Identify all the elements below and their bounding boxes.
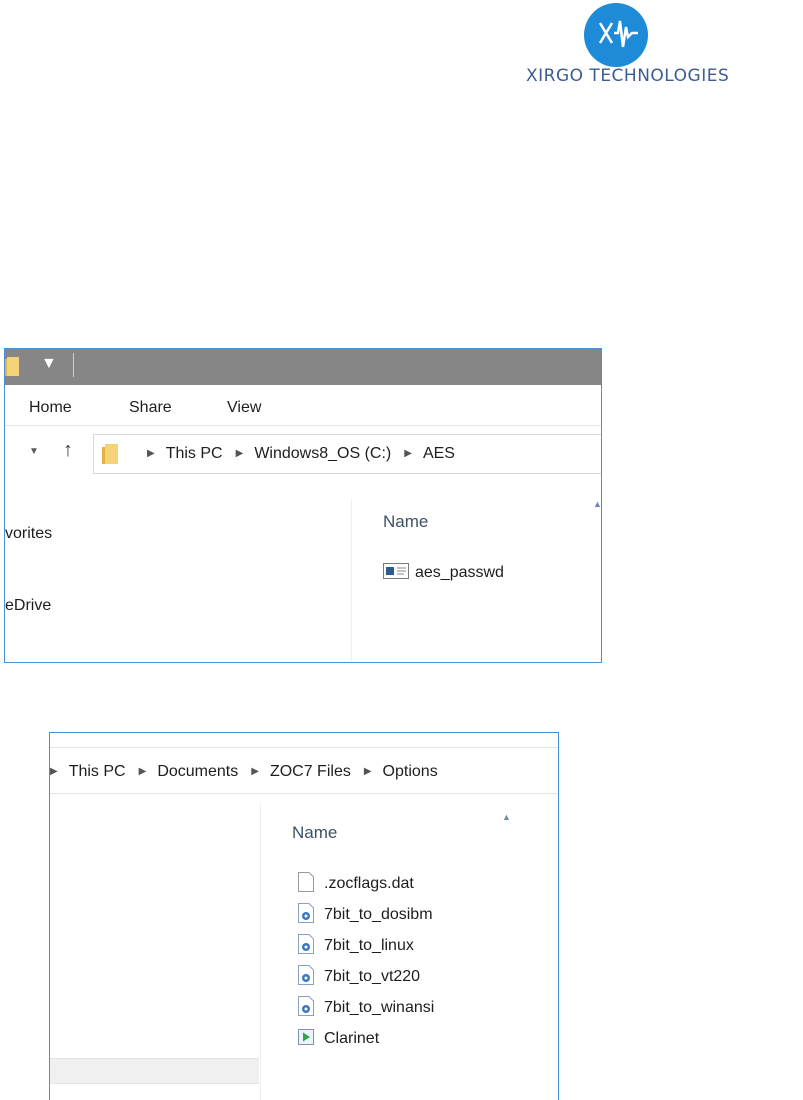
explorer-window-zoc-options: ▶ This PC ▶ Documents ▶ ZOC7 Files ▶ Options ▲ … [49,732,559,1100]
breadcrumb-aes[interactable]: AES [423,445,455,462]
file-name: 7bit_to_winansi [324,999,435,1016]
title-bar: ▼ [5,349,601,385]
breadcrumb-this-pc[interactable]: This PC [166,445,223,462]
file-name: .zocflags.dat [324,875,414,892]
sort-ascending-icon: ▲ [593,499,602,509]
file-item[interactable]: 7bit_to_linux [298,930,434,961]
tab-home[interactable]: Home [29,399,72,417]
chevron-right-icon[interactable]: ▶ [50,766,58,777]
blank-file-icon [298,872,314,892]
logo-text: XIRGO TECHNOLOGIES [526,66,730,86]
breadcrumb-zoc7-files[interactable]: ZOC7 Files [270,763,351,780]
breadcrumb: ▶ This PC ▶ Documents ▶ ZOC7 Files ▶ Options [50,763,438,781]
file-name: Clarinet [324,1030,380,1047]
navigation-pane [50,803,261,1100]
nav-item-onedrive[interactable]: eDrive [5,597,51,615]
sort-ascending-icon: ▲ [502,812,511,822]
file-list: .zocflags.dat 7bit_to_dosibm 7bit_to_lin… [298,868,434,1054]
ribbon-tabs: Home Share View [5,385,601,426]
address-bar[interactable]: ▶ This PC ▶ Documents ▶ ZOC7 Files ▶ Options [50,753,558,794]
quick-access-dropdown-icon[interactable]: ▼ [41,355,57,373]
file-name: aes_passwd [415,564,504,581]
text-document-icon [383,563,409,579]
chevron-right-icon[interactable]: ▶ [147,448,155,459]
chevron-right-icon[interactable]: ▶ [139,766,147,777]
recent-locations-icon[interactable]: ▼ [29,446,39,457]
file-name: 7bit_to_dosibm [324,906,433,923]
file-item[interactable]: 7bit_to_dosibm [298,899,434,930]
navigation-pane: vorites eDrive [5,499,352,662]
chevron-right-icon[interactable]: ▶ [251,766,259,777]
file-item-aes-passwd[interactable]: aes_passwd [383,561,504,582]
divider [73,353,74,377]
name-column-header[interactable]: Name [292,823,337,843]
script-file-icon [298,965,314,985]
nav-item-favorites[interactable]: vorites [5,525,52,543]
file-item[interactable]: Clarinet [298,1023,434,1054]
file-name: 7bit_to_linux [324,937,414,954]
media-file-icon [298,1029,314,1045]
title-bar [50,733,558,748]
file-item[interactable]: 7bit_to_vt220 [298,961,434,992]
folder-icon [5,357,19,376]
script-file-icon [298,996,314,1016]
chevron-right-icon[interactable]: ▶ [236,448,244,459]
tab-view[interactable]: View [227,399,261,417]
xirgo-logo: XIRGO TECHNOLOGIES [520,0,803,95]
breadcrumb-options[interactable]: Options [383,763,438,780]
script-file-icon [298,934,314,954]
tab-share[interactable]: Share [129,399,172,417]
script-file-icon [298,903,314,923]
breadcrumb-drive-c[interactable]: Windows8_OS (C:) [254,445,391,462]
breadcrumb: ▶ This PC ▶ Windows8_OS (C:) ▶ AES [134,445,455,463]
explorer-window-aes: ▼ Home Share View ▼ ↑ ▶ This PC ▶ Windows8_… [4,348,602,663]
breadcrumb-documents[interactable]: Documents [157,763,238,780]
up-arrow-icon[interactable]: ↑ [63,439,73,462]
chevron-right-icon[interactable]: ▶ [404,448,412,459]
xirgo-logo-mark [584,3,648,67]
file-item[interactable]: .zocflags.dat [298,868,434,899]
file-name: 7bit_to_vt220 [324,968,421,985]
address-row: ▼ ↑ ▶ This PC ▶ Windows8_OS (C:) ▶ AES [5,426,601,482]
selected-nav-item[interactable] [50,1058,259,1084]
folder-icon [102,444,118,464]
chevron-right-icon[interactable]: ▶ [364,766,372,777]
address-bar[interactable]: ▶ This PC ▶ Windows8_OS (C:) ▶ AES [93,434,601,474]
breadcrumb-this-pc[interactable]: This PC [69,763,126,780]
name-column-header[interactable]: Name [383,512,428,532]
file-item[interactable]: 7bit_to_winansi [298,992,434,1023]
